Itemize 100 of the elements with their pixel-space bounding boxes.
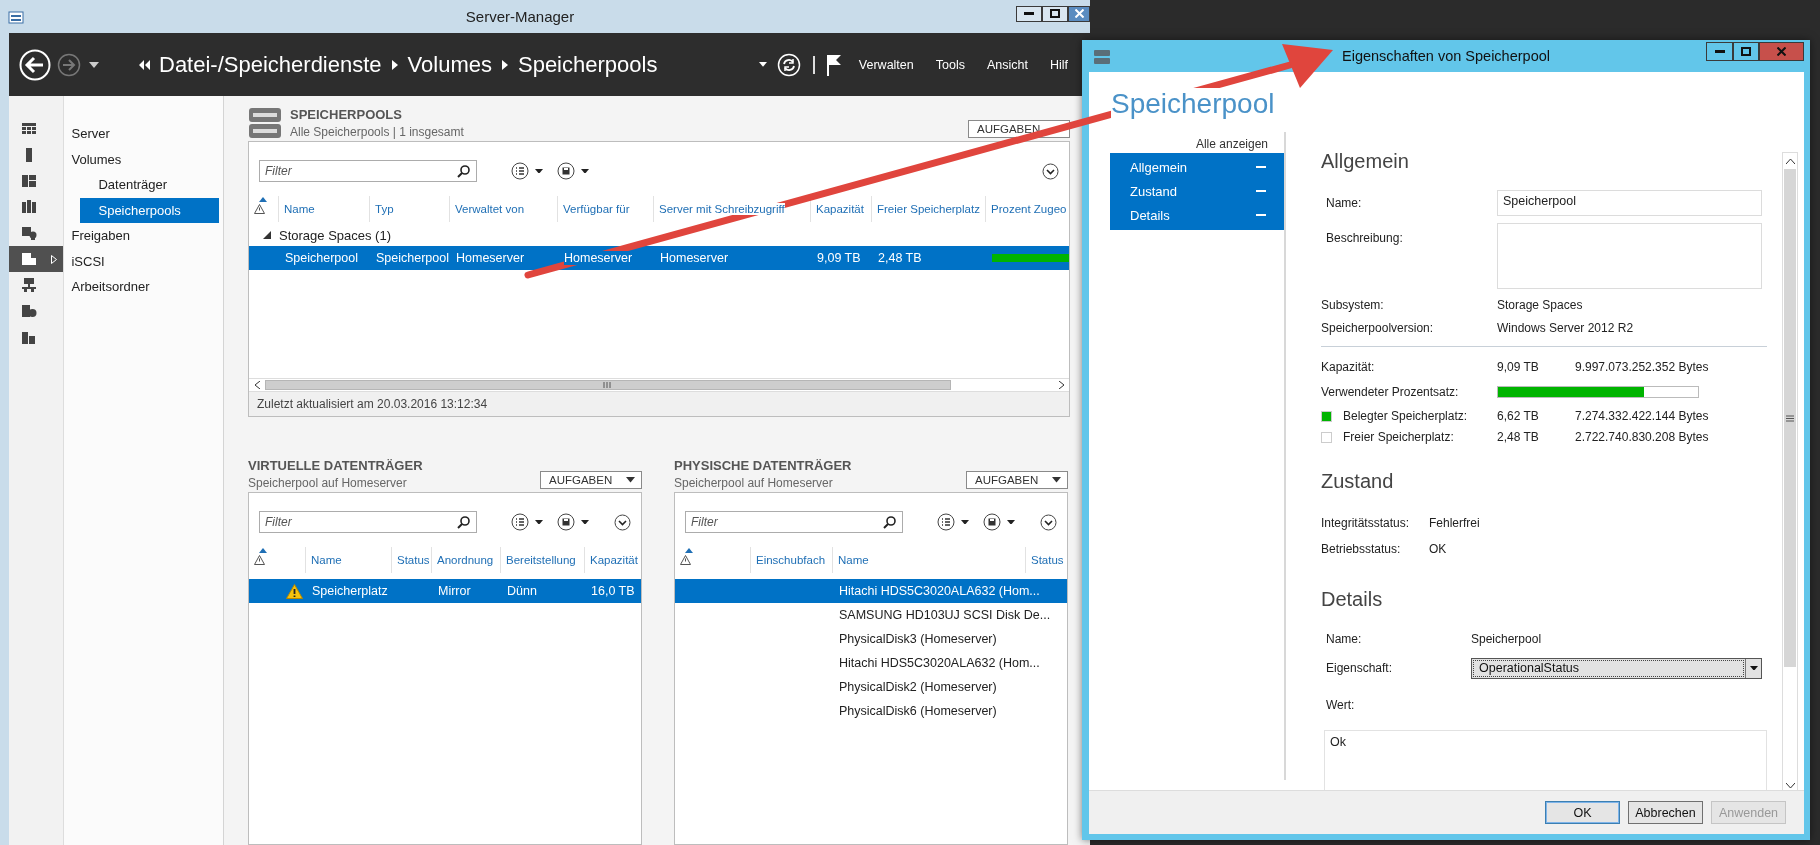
search-icon[interactable]	[883, 515, 896, 529]
section-nav-item[interactable]: Details	[1110, 203, 1284, 227]
table-row[interactable]: Hitachi HDS5C3020ALA632 (Hom...	[675, 651, 1067, 675]
dialog-button[interactable]: Abbrechen	[1628, 801, 1703, 824]
server-group-icon	[21, 173, 37, 189]
grid-icon	[21, 121, 37, 137]
column-header[interactable]: Typ	[369, 196, 449, 222]
menu-item[interactable]: Verwalten	[858, 57, 914, 72]
field-label: Eigenschaft:	[1326, 661, 1394, 675]
save-query-button[interactable]	[557, 513, 589, 531]
column-header[interactable]: Name	[832, 547, 1025, 573]
maximize-button[interactable]	[1733, 42, 1759, 61]
section-nav-item[interactable]: Zustand	[1110, 179, 1284, 203]
breadcrumb-item[interactable]: Volumes	[407, 51, 492, 78]
column-header[interactable]: Status	[1025, 547, 1067, 573]
table-row[interactable]: PhysicalDisk6 (Homeserver)	[675, 699, 1067, 723]
column-header[interactable]: Name	[305, 547, 391, 573]
tasks-button[interactable]: AUFGABEN	[966, 471, 1068, 489]
search-icon[interactable]	[457, 515, 470, 529]
column-header[interactable]: Name	[278, 196, 369, 222]
view-options-button[interactable]	[511, 162, 543, 180]
column-header[interactable]: Einschubfach	[750, 547, 832, 573]
nav-item[interactable]: iSCSI	[64, 248, 219, 274]
table-row[interactable]: Speicherpool Speicherpool Homeserver Homeserver Homeserver 9,09 TB 2,48 TB	[249, 246, 1069, 270]
nav-item[interactable]: Speicherpools	[80, 197, 219, 223]
save-query-button[interactable]	[557, 162, 589, 180]
filter-field[interactable]: Filter	[259, 160, 477, 182]
filter-field[interactable]: Filter	[685, 511, 903, 533]
table-row[interactable]: Hitachi HDS5C3020ALA632 (Hom...	[675, 579, 1067, 603]
section-nav-item[interactable]: Allgemein	[1110, 155, 1284, 179]
refresh-button[interactable]	[776, 52, 801, 77]
back-button[interactable]	[19, 48, 51, 81]
close-button[interactable]	[1068, 5, 1090, 22]
menu-item[interactable]: Ansicht	[986, 57, 1028, 72]
grip-icon	[603, 382, 613, 388]
maximize-icon	[1741, 47, 1751, 56]
selected-tool-item[interactable]	[9, 246, 64, 272]
tasks-button[interactable]: AUFGABEN	[540, 471, 642, 489]
table-cell-text: Homeserver	[455, 251, 526, 265]
minimize-button[interactable]	[1706, 42, 1733, 61]
column-header[interactable]: Status	[391, 547, 431, 573]
column-header[interactable]: Anordnung	[431, 547, 500, 573]
breadcrumb-item[interactable]: Speicherpools	[517, 51, 658, 78]
nav-item[interactable]: Arbeitsordner	[64, 274, 219, 300]
field-value: Speicherpool	[1471, 632, 1542, 646]
section-subtitle: Alle Speicherpools | 1 insgesamt	[290, 125, 465, 139]
table-row[interactable]: Speicherplatz Mirror Dünn 16,0 TB	[249, 579, 641, 603]
table-cell-text: Speicherpool	[375, 251, 449, 265]
column-header[interactable]: Verwaltet von	[449, 196, 557, 222]
table-cell-text: Mirror	[437, 584, 472, 598]
section-heading: Allgemein	[1321, 148, 1410, 174]
column-header[interactable]: Bereitstellung	[500, 547, 584, 573]
column-header[interactable]: Kapazität	[584, 547, 641, 573]
column-header[interactable]: Prozent Zugeo	[985, 196, 1069, 222]
column-header[interactable]: Server mit Schreibzugriff	[653, 196, 810, 222]
nav-item[interactable]: Server	[64, 121, 219, 147]
column-header[interactable]: Verfügbar für	[557, 196, 653, 222]
filter-input[interactable]: Filter	[260, 512, 457, 532]
history-caret-icon	[89, 61, 99, 68]
flag-icon[interactable]	[826, 53, 841, 76]
nav-item[interactable]: Datenträger	[80, 172, 219, 198]
menu-item[interactable]: Tools	[935, 57, 965, 72]
window-title: Server-Manager	[464, 8, 576, 25]
expand-icon[interactable]	[1042, 162, 1059, 180]
expand-icon[interactable]	[614, 513, 631, 531]
filter-input[interactable]: Filter	[260, 161, 457, 181]
property-dropdown[interactable]: OperationalStatus	[1471, 657, 1762, 679]
expand-icon[interactable]	[1040, 513, 1057, 531]
field-label: Name:	[1326, 196, 1363, 210]
caret-icon	[626, 477, 635, 483]
filter-field[interactable]: Filter	[259, 511, 477, 533]
maximize-button[interactable]	[1042, 5, 1068, 22]
field-value: 9.997.073.252.352 Bytes	[1575, 360, 1709, 374]
view-options-button[interactable]	[511, 513, 543, 531]
breadcrumb-item[interactable]: Datei-/Speicherdienste	[159, 51, 382, 78]
column-header[interactable]: Kapazität	[810, 196, 871, 222]
menu-item[interactable]: Hilf	[1049, 57, 1068, 72]
horizontal-scrollbar[interactable]	[249, 378, 1069, 392]
save-query-button[interactable]	[983, 513, 1015, 531]
dialog-button[interactable]: OK	[1545, 801, 1620, 824]
field-label: Betriebsstatus:	[1321, 542, 1402, 556]
group-row[interactable]: Storage Spaces (1)	[249, 224, 1069, 246]
nav-item[interactable]: Volumes	[64, 146, 219, 172]
nav-item[interactable]: Freigaben	[64, 223, 219, 249]
minimize-button[interactable]	[1016, 5, 1042, 22]
table-row[interactable]: PhysicalDisk2 (Homeserver)	[675, 675, 1067, 699]
description-field[interactable]	[1497, 223, 1762, 289]
filter-input[interactable]: Filter	[686, 512, 883, 532]
column-header[interactable]: Freier Speicherplatz	[871, 196, 985, 222]
caret-icon	[581, 168, 589, 174]
forward-button[interactable]	[57, 52, 81, 77]
table-cell-text: 16,0 TB	[590, 584, 636, 598]
field-label: Subsystem:	[1321, 298, 1385, 312]
table-row[interactable]: SAMSUNG HD103UJ SCSI Disk De...	[675, 603, 1067, 627]
show-all-link[interactable]: Alle anzeigen	[1195, 137, 1268, 153]
vertical-scrollbar[interactable]	[1782, 152, 1798, 790]
search-icon[interactable]	[457, 164, 470, 178]
name-field[interactable]: Speicherpool	[1497, 190, 1762, 216]
view-options-button[interactable]	[937, 513, 969, 531]
table-row[interactable]: PhysicalDisk3 (Homeserver)	[675, 627, 1067, 651]
